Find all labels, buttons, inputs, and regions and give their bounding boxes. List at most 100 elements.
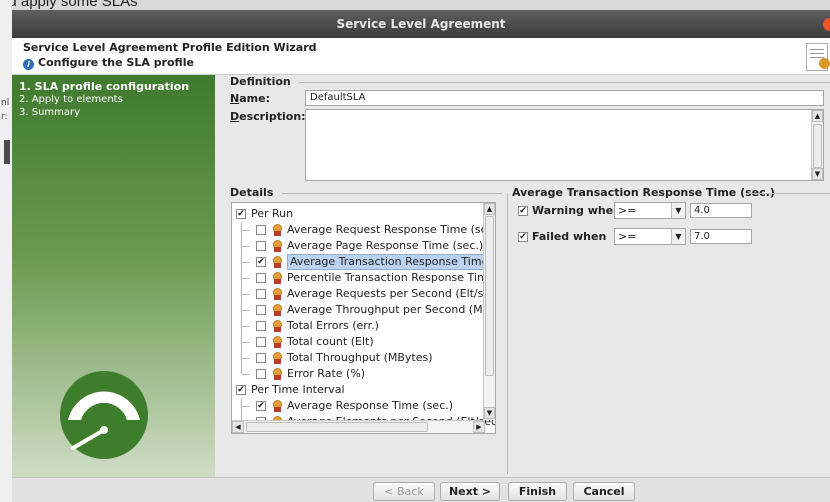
scroll-left-arrow-icon[interactable]: ◀ — [232, 421, 244, 433]
tree-row-label: Average Page Response Time (sec.) — [287, 239, 484, 252]
scroll-up-arrow-icon[interactable]: ▲ — [484, 203, 495, 215]
scroll-down-arrow-icon[interactable]: ▼ — [812, 168, 823, 180]
statistics-tree[interactable]: ✔ Per Run Average Request Response Time (s… — [231, 202, 496, 434]
scroll-up-arrow-icon[interactable]: ▲ — [812, 110, 823, 122]
close-icon[interactable] — [823, 18, 830, 31]
unchecked-checkbox[interactable] — [256, 289, 266, 299]
medal-icon — [272, 256, 283, 268]
unchecked-checkbox[interactable] — [256, 241, 266, 251]
tree-statistic-row[interactable]: ✔ Average Response Time (sec.) — [232, 398, 482, 414]
wizard-content: Definition Name: DefaultSLA Description:… — [215, 75, 830, 477]
background-strip: nl r: — [0, 0, 12, 502]
checked-checkbox[interactable]: ✔ — [236, 209, 246, 219]
scroll-down-arrow-icon[interactable]: ▼ — [484, 407, 495, 419]
chevron-down-icon[interactable]: ▼ — [671, 203, 685, 218]
checked-checkbox[interactable]: ✔ — [256, 401, 266, 411]
tree-statistic-row[interactable]: Total Throughput (MBytes) — [232, 350, 482, 366]
details-section: Details ✔ Per Run Average Request Response… — [227, 186, 502, 474]
tree-statistic-row[interactable]: Average Throughput per Second (Mbit — [232, 302, 495, 318]
sla-dialog: Service Level Agreement Service Level Ag… — [12, 10, 830, 502]
scroll-thumb[interactable] — [246, 422, 428, 432]
medal-icon — [272, 240, 283, 252]
step-sla-profile-configuration: 1. SLA profile configuration — [19, 80, 190, 93]
tree-vertical-scrollbar[interactable]: ▲ ▼ — [483, 203, 495, 420]
medal-icon — [272, 336, 283, 348]
checked-checkbox[interactable]: ✔ — [256, 257, 266, 267]
tree-statistic-row[interactable]: Total count (Elt) — [232, 334, 482, 350]
tree-group-row[interactable]: ✔ Per Run — [232, 206, 482, 222]
background-control — [4, 140, 10, 164]
tree-row-label: Total Errors (err.) — [287, 319, 379, 332]
failed-checkbox[interactable]: ✔ — [518, 232, 528, 242]
unchecked-checkbox[interactable] — [256, 369, 266, 379]
warning-operator-value: >= — [618, 204, 637, 217]
name-label: Name: — [230, 92, 270, 105]
tree-group-row[interactable]: ✔ Per Time Interval — [232, 382, 482, 398]
tree-row-label: Total count (Elt) — [287, 335, 374, 348]
medal-icon — [272, 368, 283, 380]
failed-operator-value: >= — [618, 230, 637, 243]
info-icon: i — [23, 59, 34, 70]
tree-statistic-row[interactable]: Average Page Response Time (sec.) — [232, 238, 484, 254]
medal-icon — [272, 352, 283, 364]
description-label: Description: — [230, 110, 306, 123]
scroll-thumb[interactable] — [485, 216, 494, 376]
description-scrollbar[interactable]: ▲ ▼ — [811, 110, 823, 180]
tree-statistic-row[interactable]: Average Requests per Second (Elt/sec — [232, 286, 495, 302]
finish-button[interactable]: Finish — [508, 482, 567, 501]
tree-statistic-row[interactable]: Percentile Transaction Response Time — [232, 270, 494, 286]
scroll-thumb[interactable] — [813, 124, 822, 168]
tree-statistic-row[interactable]: Error Rate (%) — [232, 366, 482, 382]
wizard-header: Service Level Agreement Profile Edition … — [12, 38, 830, 75]
description-field[interactable]: ▲ ▼ — [305, 109, 824, 181]
tree-statistic-row[interactable]: Average Request Response Time (sec. — [232, 222, 495, 238]
speedometer-logo-icon — [60, 371, 148, 459]
unchecked-checkbox[interactable] — [256, 273, 266, 283]
medal-icon — [272, 400, 283, 412]
medal-icon — [272, 288, 283, 300]
medal-icon — [272, 320, 283, 332]
tree-row-label: Per Run — [251, 207, 294, 220]
tree-statistic-row[interactable]: Total Errors (err.) — [232, 318, 482, 334]
unchecked-checkbox[interactable] — [256, 433, 266, 434]
wizard-title: Service Level Agreement Profile Edition … — [23, 41, 317, 54]
failed-label: Failed when — [532, 230, 607, 243]
warning-label: Warning when — [532, 204, 622, 217]
unchecked-checkbox[interactable] — [256, 337, 266, 347]
title-bar[interactable]: Service Level Agreement — [12, 10, 830, 38]
medal-icon — [272, 272, 283, 284]
next-button[interactable]: Next > — [440, 482, 500, 501]
unchecked-checkbox[interactable] — [256, 353, 266, 363]
unchecked-checkbox[interactable] — [256, 225, 266, 235]
details-legend: Details — [230, 186, 274, 199]
tree-row-label: Average Transaction Response Time ( — [287, 254, 495, 270]
back-button[interactable]: < Back — [373, 482, 435, 501]
medal-icon — [272, 304, 283, 316]
warning-operator-select[interactable]: >= ▼ — [614, 202, 686, 219]
wizard-subtitle: i Configure the SLA profile — [23, 56, 194, 70]
unchecked-checkbox[interactable] — [256, 321, 266, 331]
threshold-section: Average Transaction Response Time (sec.)… — [507, 186, 830, 474]
warning-value-field[interactable]: 4.0 — [690, 203, 752, 218]
wizard-steps-sidebar: 1. SLA profile configuration 2. Apply to… — [12, 75, 215, 477]
failed-operator-select[interactable]: >= ▼ — [614, 228, 686, 245]
step-apply-to-elements: 2. Apply to elements — [19, 94, 123, 105]
warning-checkbox[interactable]: ✔ — [518, 206, 528, 216]
tree-branch-line — [241, 222, 242, 374]
definition-legend: Definition — [230, 75, 291, 88]
wizard-footer: < Back Next > Finish Cancel — [12, 477, 830, 502]
chevron-down-icon[interactable]: ▼ — [671, 229, 685, 244]
cancel-button[interactable]: Cancel — [573, 482, 635, 501]
failed-value-field[interactable]: 7.0 — [690, 229, 752, 244]
name-field[interactable]: DefaultSLA — [305, 90, 824, 106]
scroll-right-arrow-icon[interactable]: ▶ — [473, 421, 485, 433]
tree-horizontal-scrollbar[interactable]: ◀ ▶ — [232, 420, 485, 433]
definition-section: Definition Name: DefaultSLA Description:… — [227, 75, 830, 183]
tree-row-label: Error Rate (%) — [287, 367, 366, 380]
tree-statistic-row[interactable]: ✔ Average Transaction Response Time ( — [232, 254, 495, 270]
background-glyph: r: — [1, 112, 8, 122]
threshold-legend: Average Transaction Response Time (sec.) — [512, 186, 775, 199]
background-glyph: nl — [1, 98, 10, 108]
unchecked-checkbox[interactable] — [256, 305, 266, 315]
checked-checkbox[interactable]: ✔ — [236, 385, 246, 395]
